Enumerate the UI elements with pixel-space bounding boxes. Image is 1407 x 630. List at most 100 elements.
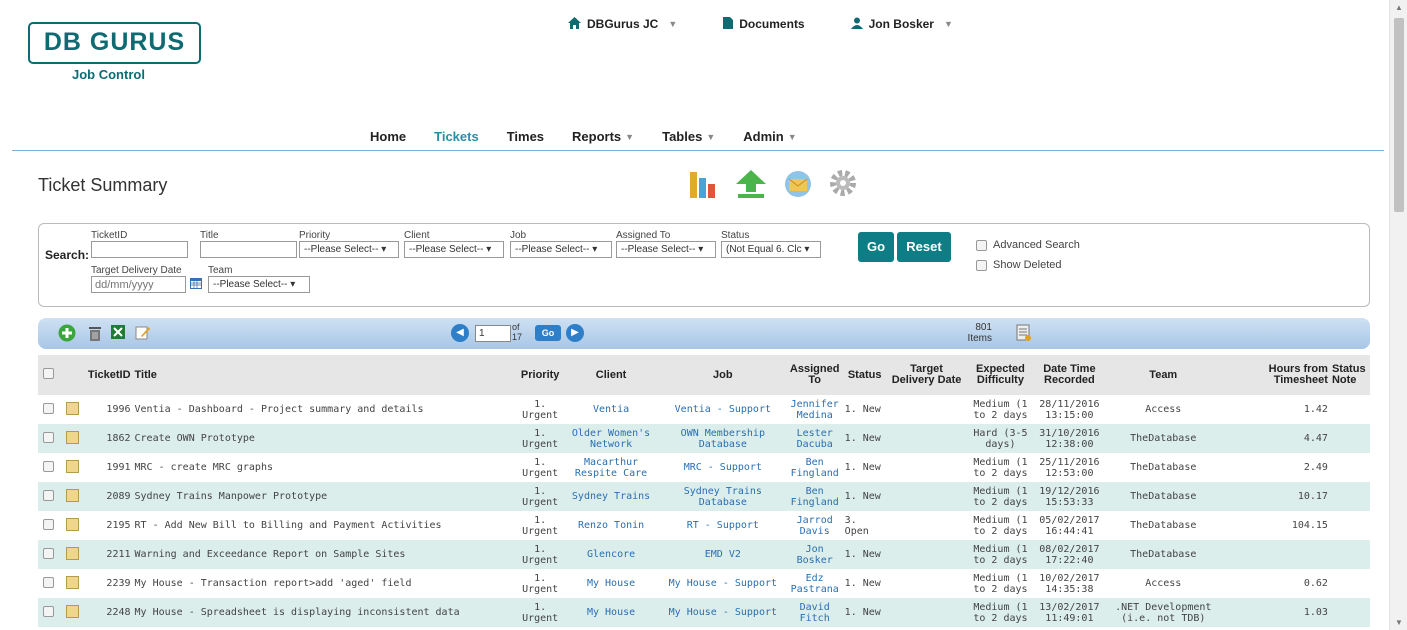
scrollbar-thumb[interactable] <box>1394 18 1404 212</box>
table-row[interactable]: 2211 Warning and Exceedance Report on Sam… <box>38 540 1370 569</box>
ticket-job[interactable]: My House - Support <box>659 569 787 598</box>
go-button[interactable]: Go <box>858 232 894 262</box>
row-select[interactable] <box>38 453 60 482</box>
header-target-date[interactable]: Target Delivery Date <box>886 355 967 395</box>
ticket-job[interactable]: OWN Membership Database <box>658 424 787 453</box>
row-edit[interactable] <box>60 453 86 482</box>
page-number-input[interactable]: 1 <box>475 325 511 342</box>
header-select-all[interactable] <box>38 355 60 395</box>
edit-icon[interactable] <box>66 546 80 560</box>
row-edit[interactable] <box>60 511 86 540</box>
reset-button[interactable]: Reset <box>897 232 951 262</box>
row-edit[interactable] <box>59 598 86 627</box>
job-select[interactable]: --Please Select-- ▾ <box>510 241 612 258</box>
ticket-title[interactable]: My House - Transaction report>add 'aged'… <box>133 569 518 598</box>
ticket-client[interactable]: Ventia <box>563 395 659 424</box>
ticket-assigned[interactable]: Jarrod Davis <box>787 511 843 540</box>
nav-reports[interactable]: Reports ▼ <box>572 129 634 144</box>
row-select[interactable] <box>38 569 60 598</box>
header-ticketid[interactable]: TicketID <box>85 355 133 395</box>
priority-select[interactable]: --Please Select-- ▾ <box>299 241 399 258</box>
ticket-title[interactable]: Create OWN Prototype <box>132 424 518 453</box>
next-page-icon[interactable]: ▶ <box>566 324 584 342</box>
edit-icon[interactable] <box>66 488 80 502</box>
ticketid-input[interactable] <box>91 241 188 258</box>
table-row[interactable]: 1991 MRC - create MRC graphs 1. Urgent Maca… <box>38 453 1370 482</box>
scroll-up-icon[interactable]: ▲ <box>1390 3 1407 12</box>
show-deleted-checkbox[interactable]: Show Deleted <box>976 259 1062 271</box>
bar-chart-icon[interactable] <box>688 168 720 201</box>
team-select[interactable]: --Please Select-- ▾ <box>208 276 310 293</box>
ticket-job[interactable]: EMD V2 <box>658 540 787 569</box>
checkbox-box[interactable] <box>976 259 987 271</box>
nav-home[interactable]: Home <box>370 129 406 144</box>
target-date-input[interactable] <box>91 276 186 293</box>
row-edit[interactable] <box>60 569 86 598</box>
documents-link[interactable]: Documents <box>723 16 805 32</box>
vertical-scrollbar[interactable]: ▲ ▼ <box>1389 0 1407 630</box>
ticket-job[interactable]: Ventia - Support <box>659 395 787 424</box>
checkbox-box[interactable] <box>43 402 55 414</box>
ticket-title[interactable]: Ventia - Dashboard - Project summary and… <box>133 395 518 424</box>
prev-page-icon[interactable]: ◀ <box>451 324 469 342</box>
edit-icon[interactable] <box>66 517 80 531</box>
table-row[interactable]: 2195 RT - Add New Bill to Billing and Pay… <box>38 511 1370 540</box>
ticket-assigned[interactable]: Edz Pastrana <box>787 569 843 598</box>
checkbox-box[interactable] <box>43 605 55 617</box>
user-menu[interactable]: Jon Bosker ▼ <box>850 16 953 32</box>
nav-tables[interactable]: Tables ▼ <box>662 129 715 144</box>
nav-admin[interactable]: Admin ▼ <box>743 129 796 144</box>
email-icon[interactable] <box>782 170 814 201</box>
row-select[interactable] <box>38 598 60 627</box>
edit-multiple-icon[interactable] <box>135 324 153 342</box>
row-select[interactable] <box>38 540 60 569</box>
ticket-job[interactable]: MRC - Support <box>659 453 787 482</box>
ticket-title[interactable]: Warning and Exceedance Report on Sample … <box>132 540 518 569</box>
checkbox-box[interactable] <box>43 576 55 588</box>
gear-icon[interactable] <box>828 168 858 201</box>
ticket-assigned[interactable]: Lester Dacuba <box>786 424 843 453</box>
header-hours[interactable]: Hours from Timesheet <box>1222 355 1330 395</box>
row-select[interactable] <box>38 511 60 540</box>
ticket-title[interactable]: MRC - create MRC graphs <box>133 453 518 482</box>
header-priority[interactable]: Priority <box>517 355 564 395</box>
table-row[interactable]: 2089 Sydney Trains Manpower Prototype 1. U… <box>38 482 1370 511</box>
table-row[interactable]: 1996 Ventia - Dashboard - Project summary… <box>38 395 1370 424</box>
header-recorded[interactable]: Date Time Recorded <box>1034 355 1105 395</box>
row-select[interactable] <box>38 424 60 453</box>
edit-icon[interactable] <box>66 604 80 618</box>
table-row[interactable]: 2248 My House - Spreadsheet is displaying… <box>38 598 1370 627</box>
ticket-assigned[interactable]: Jon Bosker <box>786 540 843 569</box>
advanced-search-checkbox[interactable]: Advanced Search <box>976 239 1080 251</box>
header-job[interactable]: Job <box>658 355 787 395</box>
ticket-job[interactable]: My House - Support <box>658 598 787 627</box>
ticket-job[interactable]: Sydney Trains Database <box>658 482 787 511</box>
checkbox-box[interactable] <box>976 239 987 251</box>
checkbox-box[interactable] <box>43 518 55 530</box>
header-assigned[interactable]: Assigned To <box>786 355 843 395</box>
ticket-client[interactable]: Older Women's Network <box>563 424 659 453</box>
client-select[interactable]: --Please Select-- ▾ <box>404 241 504 258</box>
excel-icon[interactable] <box>110 324 128 342</box>
row-edit[interactable] <box>59 540 86 569</box>
table-row[interactable]: 1862 Create OWN Prototype 1. Urgent Older W… <box>38 424 1370 453</box>
ticket-client[interactable]: My House <box>563 569 659 598</box>
status-select[interactable]: (Not Equal 6. Clc ▾ <box>721 241 821 258</box>
row-select[interactable] <box>38 482 60 511</box>
checkbox-box[interactable] <box>43 460 55 472</box>
header-client[interactable]: Client <box>563 355 659 395</box>
page-go-button[interactable]: Go <box>535 325 561 341</box>
row-edit[interactable] <box>59 424 86 453</box>
ticket-title[interactable]: Sydney Trains Manpower Prototype <box>132 482 518 511</box>
ticket-client[interactable]: My House <box>563 598 659 627</box>
assigned-select[interactable]: --Please Select-- ▾ <box>616 241 716 258</box>
edit-icon[interactable] <box>66 430 80 444</box>
org-menu[interactable]: DBGurus JC ▼ <box>568 16 677 32</box>
add-icon[interactable] <box>58 324 76 342</box>
header-title[interactable]: Title <box>132 355 518 395</box>
header-difficulty[interactable]: Expected Difficulty <box>966 355 1035 395</box>
column-config-icon[interactable] <box>1016 324 1034 342</box>
row-edit[interactable] <box>60 395 86 424</box>
ticket-client[interactable]: Macarthur Respite Care <box>563 453 659 482</box>
ticket-title[interactable]: My House - Spreadsheet is displaying inc… <box>132 598 518 627</box>
